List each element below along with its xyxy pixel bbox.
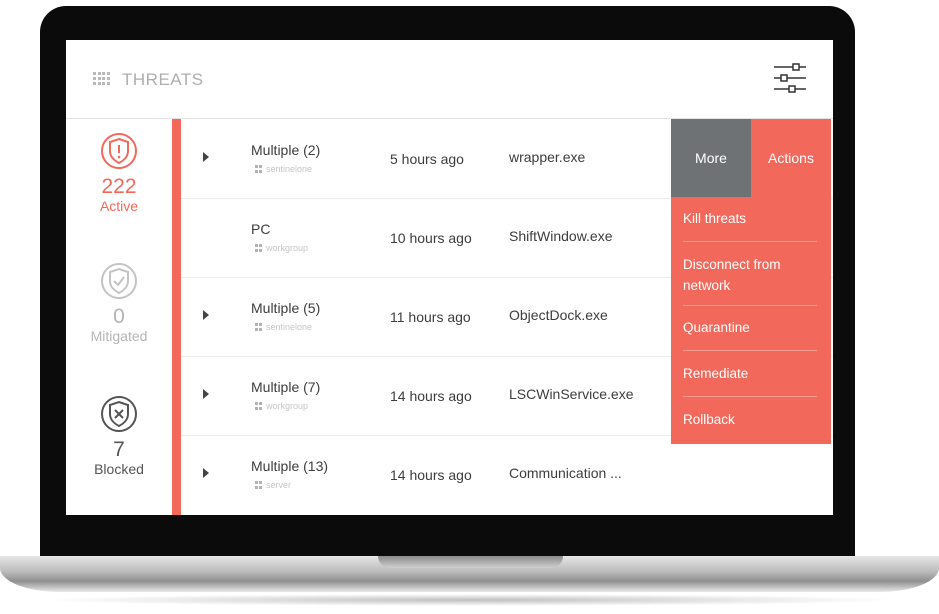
blocked-count: 7	[113, 438, 125, 461]
menu-item-kill-threats[interactable]: Kill threats	[683, 208, 817, 229]
endpoint-name: Multiple (7)	[251, 379, 321, 395]
sliders-icon[interactable]	[772, 62, 808, 94]
shield-alert-icon	[101, 133, 137, 169]
detected-time: 5 hours ago	[390, 151, 464, 167]
menu-item-remediate[interactable]: Remediate	[683, 363, 817, 384]
windows-icon	[255, 323, 263, 331]
menu-divider	[683, 305, 817, 306]
group-label: workgroup	[266, 401, 309, 411]
actions-panel: More Actions Kill threats Disconnect fro…	[671, 119, 831, 444]
expand-caret-icon[interactable]	[203, 310, 209, 320]
group-label: sentinelone	[266, 322, 313, 332]
more-button[interactable]: More	[671, 119, 751, 197]
threat-file: ObjectDock.exe	[509, 307, 608, 323]
endpoint-group: workgroup	[255, 401, 308, 411]
detected-time: 11 hours ago	[390, 309, 471, 325]
table-row[interactable]: Multiple (13) server 14 hours ago Commun…	[181, 435, 833, 514]
windows-icon	[255, 481, 263, 489]
group-label: server	[266, 480, 292, 490]
threat-severity-bar	[172, 119, 181, 515]
endpoint-group: sentinelone	[255, 322, 312, 332]
endpoint-group: server	[255, 480, 291, 490]
menu-item-quarantine[interactable]: Quarantine	[683, 317, 817, 338]
mitigated-count: 0	[113, 305, 125, 328]
grid-icon[interactable]	[93, 72, 110, 86]
endpoint-name: Multiple (5)	[251, 300, 321, 316]
endpoint-group: workgroup	[255, 243, 308, 253]
endpoint-name: PC	[251, 221, 271, 237]
laptop-notch	[378, 556, 563, 568]
detected-time: 14 hours ago	[390, 388, 472, 404]
shield-x-icon	[101, 396, 137, 432]
menu-item-rollback[interactable]: Rollback	[683, 409, 817, 430]
page-title: THREATS	[122, 70, 204, 89]
active-count: 222	[101, 175, 137, 198]
group-label: workgroup	[266, 243, 309, 253]
detected-time: 10 hours ago	[390, 230, 472, 246]
menu-divider	[683, 241, 817, 242]
actions-button[interactable]: Actions	[751, 119, 831, 197]
group-label: sentinelone	[266, 164, 313, 174]
threat-summary-sidebar: 222 Active 0 Mitigated 7 Blocked	[66, 119, 173, 515]
expand-caret-icon[interactable]	[203, 468, 209, 478]
threat-file: Communication ...	[509, 465, 622, 481]
windows-icon	[255, 244, 263, 252]
screen: THREATS 222 Active 0 Mitigated 7 Blocked…	[66, 40, 833, 515]
detected-time: 14 hours ago	[390, 467, 472, 483]
threat-file: LSCWinService.exe	[509, 386, 634, 402]
active-label: Active	[99, 198, 139, 214]
menu-divider	[683, 396, 817, 397]
menu-item-disconnect[interactable]: Disconnect from network	[683, 254, 817, 296]
active-stat[interactable]: 222 Active	[66, 131, 172, 214]
expand-caret-icon[interactable]	[203, 152, 209, 162]
windows-icon	[255, 402, 263, 410]
laptop-shadow	[40, 594, 900, 606]
expand-caret-icon[interactable]	[203, 389, 209, 399]
mitigated-label: Mitigated	[90, 328, 148, 344]
threat-file: ShiftWindow.exe	[509, 228, 613, 244]
shield-check-icon	[101, 263, 137, 299]
header: THREATS	[66, 40, 833, 119]
mitigated-stat[interactable]: 0 Mitigated	[66, 261, 172, 344]
endpoint-name: Multiple (2)	[251, 142, 321, 158]
endpoint-name: Multiple (13)	[251, 458, 329, 474]
windows-icon	[255, 165, 263, 173]
threat-file: wrapper.exe	[509, 149, 586, 165]
menu-divider	[683, 350, 817, 351]
blocked-stat[interactable]: 7 Blocked	[66, 394, 172, 477]
blocked-label: Blocked	[94, 461, 144, 477]
endpoint-group: sentinelone	[255, 164, 312, 174]
